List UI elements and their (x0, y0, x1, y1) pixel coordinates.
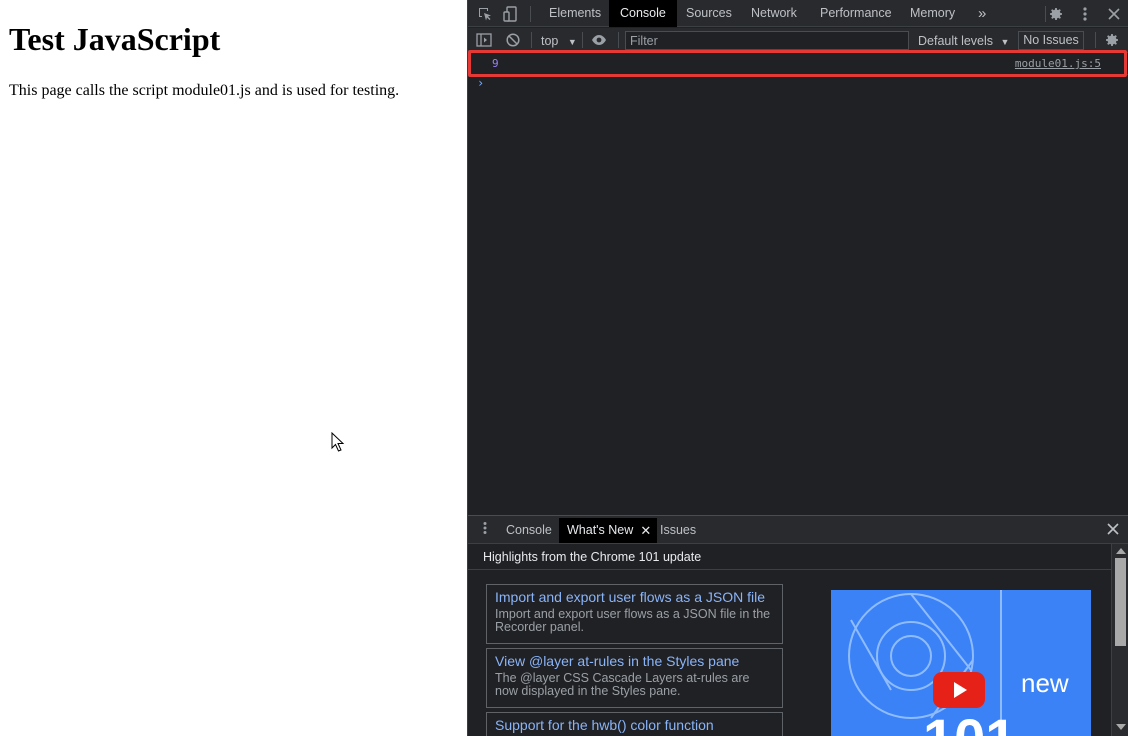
feature-card-desc: Import and export user flows as a JSON f… (495, 607, 771, 634)
console-output: 9 module01.js:5 › (468, 50, 1128, 515)
chevron-down-icon: ▼ (567, 37, 577, 47)
console-toolbar: top ▼ Default levels ▼ No Issues (468, 28, 1128, 53)
chevron-down-icon: ▼ (1000, 37, 1010, 47)
live-expression-eye-icon[interactable] (589, 30, 609, 50)
tab-console[interactable]: Console (609, 0, 677, 27)
promo-word: new (1021, 668, 1069, 698)
feature-card[interactable]: Support for the hwb() color function (486, 712, 783, 736)
feature-card[interactable]: View @layer at-rules in the Styles pane … (486, 648, 783, 708)
tab-performance[interactable]: Performance (809, 0, 903, 27)
feature-card-title[interactable]: View @layer at-rules in the Styles pane (495, 653, 774, 670)
mouse-cursor-icon (331, 432, 345, 452)
page-paragraph: This page calls the script module01.js a… (9, 82, 400, 99)
feature-card-desc: The @layer CSS Cascade Layers at-rules a… (495, 671, 750, 698)
tab-sources[interactable]: Sources (675, 0, 743, 27)
console-prompt-icon[interactable]: › (477, 76, 484, 90)
page-heading: Test JavaScript (9, 21, 221, 57)
promo-number: 101 (923, 706, 1016, 736)
drawer-menu-icon[interactable] (475, 518, 495, 538)
toolbar-divider (582, 32, 583, 48)
feature-card-title[interactable]: Import and export user flows as a JSON f… (495, 589, 774, 606)
divider (468, 569, 1111, 570)
close-devtools-icon[interactable] (1104, 4, 1124, 24)
drawer-tab-label: What's New (567, 523, 634, 537)
device-toolbar-icon[interactable] (501, 4, 521, 24)
issues-button[interactable]: No Issues (1018, 31, 1084, 50)
chrome-update-video-thumbnail[interactable]: new 101 (831, 590, 1091, 736)
more-tabs-icon[interactable]: » (967, 0, 997, 27)
settings-gear-icon[interactable] (1046, 4, 1066, 24)
toolbar-divider (618, 32, 619, 48)
log-source-link[interactable]: module01.js:5 (1015, 57, 1101, 70)
close-drawer-icon[interactable] (1103, 519, 1123, 539)
toolbar-divider (531, 32, 532, 48)
toolbar-divider (530, 6, 531, 22)
tab-elements[interactable]: Elements (538, 0, 612, 27)
youtube-play-icon[interactable] (933, 672, 985, 708)
console-settings-gear-icon[interactable] (1102, 30, 1122, 50)
drawer-tabbar: Console What's New ✕ Issues (468, 515, 1128, 544)
drawer-tab-whats-new[interactable]: What's New ✕ (559, 518, 658, 543)
context-label: top (541, 34, 559, 48)
devtools-tabbar: Elements Console Sources Network Perform… (468, 0, 1128, 27)
whats-new-title: Highlights from the Chrome 101 update (483, 550, 702, 564)
feature-card[interactable]: Import and export user flows as a JSON f… (486, 584, 783, 644)
web-page: Test JavaScript This page calls the scri… (0, 0, 467, 736)
whats-new-panel: Highlights from the Chrome 101 update Im… (468, 544, 1128, 736)
feature-card-title[interactable]: Support for the hwb() color function (495, 717, 774, 734)
drawer-tab-console[interactable]: Console (498, 518, 560, 543)
more-options-icon[interactable] (1075, 4, 1095, 24)
close-tab-icon[interactable]: ✕ (640, 518, 651, 543)
tab-network[interactable]: Network (740, 0, 808, 27)
log-value: 9 (492, 57, 499, 70)
log-levels-dropdown[interactable]: Default levels ▼ (918, 33, 1009, 49)
devtools-panel: Elements Console Sources Network Perform… (467, 0, 1128, 736)
filter-input[interactable] (625, 31, 909, 50)
log-levels-label: Default levels (918, 34, 994, 48)
console-message: 9 module01.js:5 (468, 50, 1128, 77)
show-sidebar-icon[interactable] (474, 30, 494, 50)
scroll-up-icon[interactable] (1116, 548, 1126, 554)
clear-console-icon[interactable] (503, 30, 523, 50)
inspect-element-icon[interactable] (475, 4, 495, 24)
context-selector[interactable]: top ▼ (541, 33, 577, 49)
toolbar-divider (1095, 32, 1096, 48)
scroll-down-icon[interactable] (1116, 724, 1126, 730)
scrollbar-thumb[interactable] (1115, 558, 1126, 646)
tab-memory[interactable]: Memory (899, 0, 966, 27)
drawer-tab-issues[interactable]: Issues (652, 518, 704, 543)
drawer-scrollbar[interactable] (1111, 544, 1128, 736)
